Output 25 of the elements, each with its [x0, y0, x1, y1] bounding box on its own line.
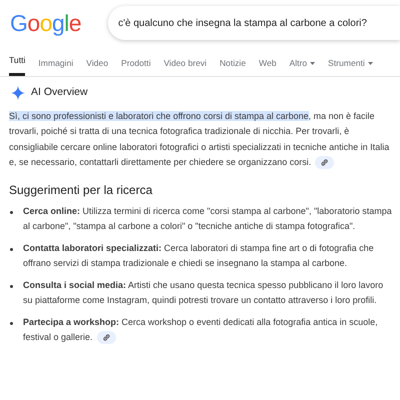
search-tab[interactable]: Web	[258, 57, 276, 76]
search-tab[interactable]: Strumenti	[328, 57, 373, 76]
suggestion-text: Consulta i social media: Artisti che usano questa tecnica spesso pubblicano il loro lavoro su piattaforme come Instagram, quindi potresti trovare un contatto attraverso i loro profili.	[23, 278, 384, 308]
bullet-icon	[10, 322, 13, 325]
bullet-icon	[10, 210, 13, 214]
link-icon[interactable]	[315, 156, 334, 170]
search-tab[interactable]: Prodotti	[121, 57, 151, 76]
suggestion-text: Partecipa a workshop: Cerca workshop o eventi dedicati alla fotografia antica in scuole, festival o gallerie.	[23, 316, 379, 346]
ai-overview-title: AI Overview	[31, 85, 88, 100]
search-tab[interactable]: Immagini	[38, 57, 74, 76]
google-logo[interactable]: Google	[10, 12, 82, 34]
search-tab[interactable]: Video brevi	[164, 57, 207, 76]
search-tab[interactable]: Tutti	[9, 54, 26, 76]
search-field[interactable]: c'è qualcuno che insegna la stampa al carbone a colori?	[108, 6, 400, 40]
link-icon[interactable]	[96, 331, 116, 344]
section-heading: Suggerimenti per la ricerca	[8, 182, 154, 199]
sparkle-icon	[11, 86, 25, 100]
search-tab[interactable]: Altro	[289, 57, 316, 76]
bullet-icon	[10, 284, 13, 288]
search-tab[interactable]: Video	[86, 57, 108, 76]
bullet-icon	[10, 248, 13, 251]
suggestion-text: Contatta laboratori specializzati: Cerca laboratori di stampa fine art o di fotografia che offrano servizi di stampa tradizionale e chiedi se insegnano la stampa al carbone.	[23, 242, 375, 270]
overview-paragraph: Sì, ci sono professionisti e laboratori che offrono corsi di stampa al carbone, ma non è facile trovarli, poiché si tratta di una tecnica fotografica tradizionale di nicchia. Per trovarli, è consigliabile cercare online laboratori fotografici o artisti specializzati in tecniche antiche in Italia e, se necessario, contattarli direttamente per chiedere se organizzano corsi.	[8, 110, 390, 171]
search-tab[interactable]: Notizie	[220, 57, 246, 76]
suggestion-text: Cerca online: Utilizza termini di ricerca come "corsi stampa al carbone", "laboratorio stampa al carbone", "stampa al carbone a colori" o "tecniche antiche di stampa fotografica".	[23, 204, 393, 234]
